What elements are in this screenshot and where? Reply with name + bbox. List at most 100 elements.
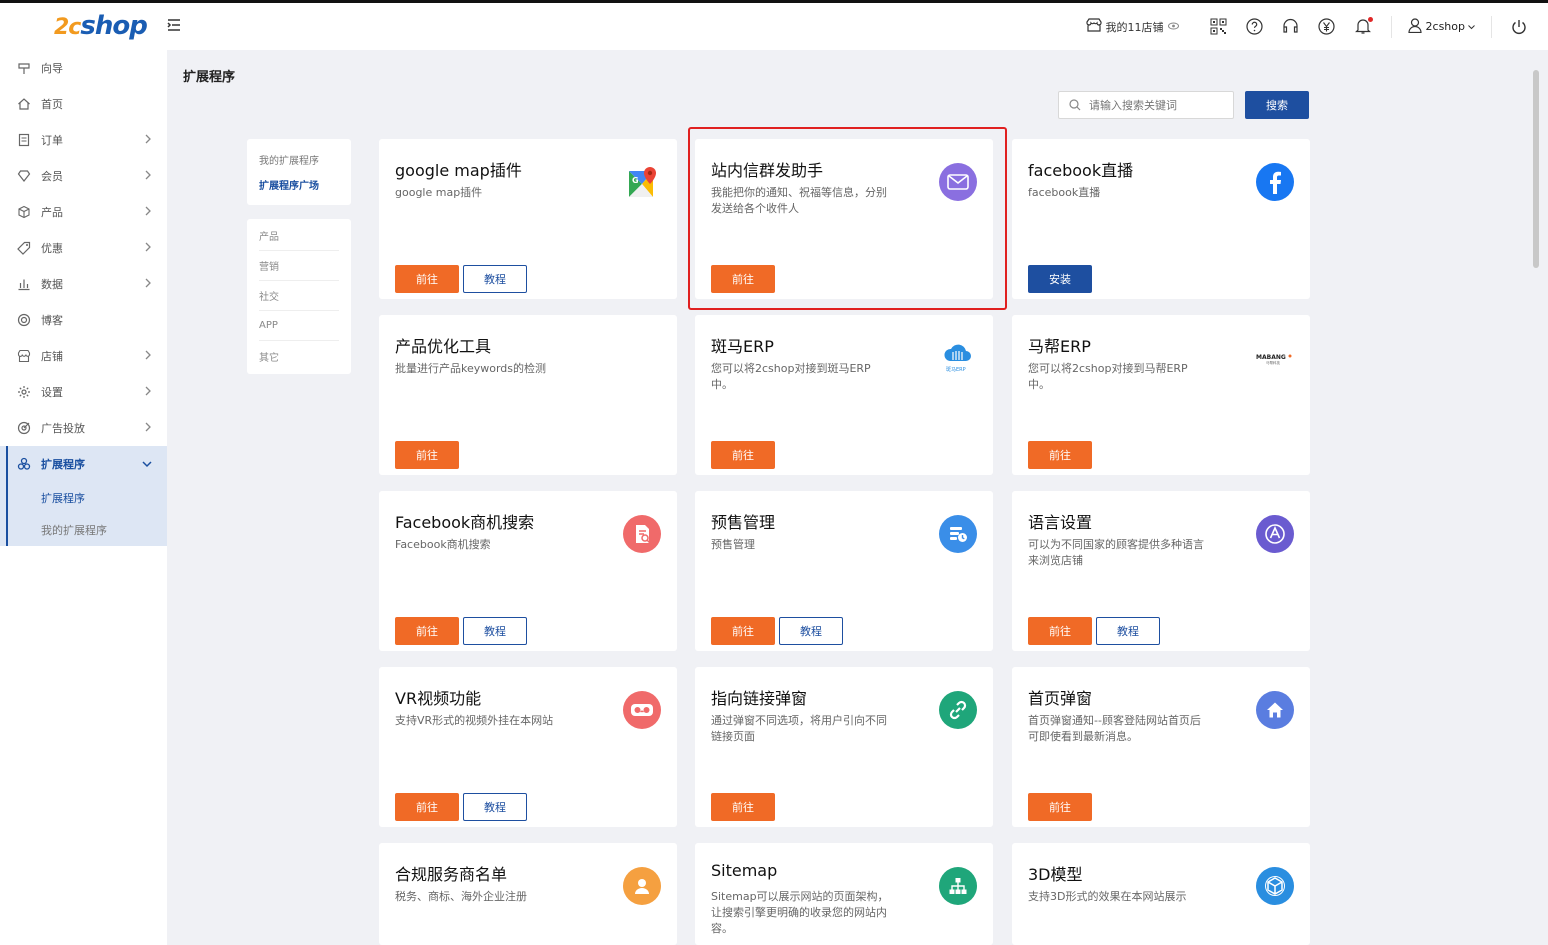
go-button[interactable]: 前往 xyxy=(711,441,775,469)
category-other[interactable]: 其它 xyxy=(259,341,339,371)
category-social[interactable]: 社交 xyxy=(259,281,339,311)
page-title: 扩展程序 xyxy=(183,70,236,85)
filter-my-extensions[interactable]: 我的扩展程序 xyxy=(259,147,339,172)
card-description: 您可以将2cshop对接到斑马ERP中。 xyxy=(711,362,871,391)
card-title: 首页弹窗 xyxy=(1028,689,1093,708)
chevron-right-icon xyxy=(145,242,152,255)
svg-text:MABANG: MABANG xyxy=(1256,354,1286,361)
card-title: facebook直播 xyxy=(1028,161,1134,180)
highlight-box xyxy=(688,127,1007,310)
tutorial-button[interactable]: 教程 xyxy=(463,265,527,293)
go-button[interactable]: 前往 xyxy=(395,617,459,645)
extension-card-6: 马帮ERP 您可以将2cshop对接到马帮ERP中。 MABANG 马帮科技 前往 xyxy=(1012,315,1310,475)
sidebar-item-extensions[interactable]: 扩展程序 xyxy=(0,446,167,482)
extension-card-4: 产品优化工具 批量进行产品keywords的检测 前往 xyxy=(379,315,677,475)
extension-card-12: 首页弹窗 首页弹窗通知--顾客登陆网站首页后可即使看到最新消息。 前往 xyxy=(1012,667,1310,827)
top-header: 2cshop 我的11店铺 2cshop xyxy=(0,3,1548,50)
card-title: google map插件 xyxy=(395,161,522,180)
qrcode-icon[interactable] xyxy=(1210,18,1228,36)
search-input[interactable] xyxy=(1089,98,1219,112)
go-button[interactable]: 前往 xyxy=(1028,617,1092,645)
headset-icon[interactable] xyxy=(1282,18,1300,36)
google-maps-icon: G xyxy=(623,163,661,201)
sidebar-item-product[interactable]: 产品 xyxy=(0,194,167,230)
sidebar-item-label: 优惠 xyxy=(41,242,63,255)
card-title: VR视频功能 xyxy=(395,689,482,708)
sidebar-item-order[interactable]: 订单 xyxy=(0,122,167,158)
product-icon xyxy=(17,205,31,219)
search-button[interactable]: 搜索 xyxy=(1245,91,1309,119)
sidebar-item-store[interactable]: 店铺 xyxy=(0,338,167,374)
sidebar: 向导 首页 订单 会员 产品 优惠 数据 博客 店铺 设置 广告投放 扩展程序扩… xyxy=(0,50,167,945)
scroll-thumb[interactable] xyxy=(1533,70,1539,268)
home-icon xyxy=(17,97,31,111)
discount-icon xyxy=(17,241,31,255)
help-icon[interactable] xyxy=(1246,18,1264,36)
card-description: google map插件 xyxy=(395,186,483,199)
facebook-icon xyxy=(1256,163,1294,201)
extensions-icon xyxy=(17,457,31,471)
subnav-item-extensions[interactable]: 扩展程序 xyxy=(0,482,167,514)
tutorial-button[interactable]: 教程 xyxy=(779,617,843,645)
notification-bell-icon[interactable] xyxy=(1354,16,1373,36)
home-popup-icon xyxy=(1256,691,1294,729)
category-app[interactable]: APP xyxy=(259,311,339,341)
category-product[interactable]: 产品 xyxy=(259,221,339,251)
power-icon[interactable] xyxy=(1510,18,1528,36)
extension-card-8: 预售管理 预售管理 前往 教程 xyxy=(695,491,993,651)
user-icon xyxy=(1407,17,1422,36)
sidebar-item-label: 扩展程序 xyxy=(41,458,85,471)
extension-card-9: 语言设置 可以为不同国家的顾客提供多种语言来浏览店铺 前往 教程 xyxy=(1012,491,1310,651)
card-title: 语言设置 xyxy=(1028,513,1093,532)
sidebar-item-data[interactable]: 数据 xyxy=(0,266,167,302)
subnav-item-my-extensions[interactable]: 我的扩展程序 xyxy=(0,514,167,546)
filter-extension-marketplace[interactable]: 扩展程序广场 xyxy=(259,172,339,197)
card-title: Sitemap xyxy=(711,861,778,880)
sidebar-item-home[interactable]: 首页 xyxy=(0,86,167,122)
card-description: 通过弹窗不同选项，将用户引向不同链接页面 xyxy=(711,714,887,743)
ads-icon xyxy=(17,421,31,435)
sidebar-item-guide[interactable]: 向导 xyxy=(0,50,167,86)
sidebar-item-label: 数据 xyxy=(41,278,63,291)
card-description: 支持VR形式的视频外挂在本网站 xyxy=(395,714,554,727)
logo[interactable]: 2cshop xyxy=(54,11,148,41)
sidebar-item-ads[interactable]: 广告投放 xyxy=(0,410,167,446)
my-store-link[interactable]: 我的11店铺 xyxy=(1085,18,1179,35)
tutorial-button[interactable]: 教程 xyxy=(463,617,527,645)
go-button[interactable]: 前往 xyxy=(711,617,775,645)
cube-icon xyxy=(1256,867,1294,905)
zebra-erp-icon: 斑马ERP xyxy=(939,339,977,377)
go-button[interactable]: 前往 xyxy=(395,265,459,293)
sidebar-item-blog[interactable]: 博客 xyxy=(0,302,167,338)
chevron-right-icon xyxy=(145,170,152,183)
go-button[interactable]: 前往 xyxy=(1028,793,1092,821)
go-button[interactable]: 前往 xyxy=(1028,441,1092,469)
eye-icon xyxy=(1167,20,1179,33)
menu-collapse-icon[interactable] xyxy=(166,17,182,33)
store-icon xyxy=(17,349,31,363)
chevron-down-icon xyxy=(142,458,152,471)
extension-card-1: google map插件 google map插件 G 前往 教程 xyxy=(379,139,677,299)
sidebar-item-member[interactable]: 会员 xyxy=(0,158,167,194)
chevron-right-icon xyxy=(145,206,152,219)
card-description: 您可以将2cshop对接到马帮ERP中。 xyxy=(1028,362,1188,391)
settings-icon xyxy=(17,385,31,399)
svg-text:斑马ERP: 斑马ERP xyxy=(946,366,966,373)
card-description: 税务、商标、海外企业注册 xyxy=(395,890,527,903)
sidebar-item-settings[interactable]: 设置 xyxy=(0,374,167,410)
user-menu[interactable]: 2cshop xyxy=(1407,17,1475,36)
extension-card-11: 指向链接弹窗 通过弹窗不同选项，将用户引向不同链接页面 前往 xyxy=(695,667,993,827)
sidebar-item-discount[interactable]: 优惠 xyxy=(0,230,167,266)
search-box[interactable] xyxy=(1058,91,1234,119)
go-button[interactable]: 前往 xyxy=(711,793,775,821)
category-marketing[interactable]: 营销 xyxy=(259,251,339,281)
go-button[interactable]: 前往 xyxy=(395,441,459,469)
category-panel: 产品 营销 社交 APP 其它 xyxy=(247,219,351,374)
tutorial-button[interactable]: 教程 xyxy=(1096,617,1160,645)
go-button[interactable]: 前往 xyxy=(395,793,459,821)
install-button[interactable]: 安装 xyxy=(1028,265,1092,293)
scrollbar[interactable] xyxy=(1531,66,1541,945)
currency-icon[interactable] xyxy=(1318,18,1336,36)
tutorial-button[interactable]: 教程 xyxy=(463,793,527,821)
card-title: 产品优化工具 xyxy=(395,337,492,356)
